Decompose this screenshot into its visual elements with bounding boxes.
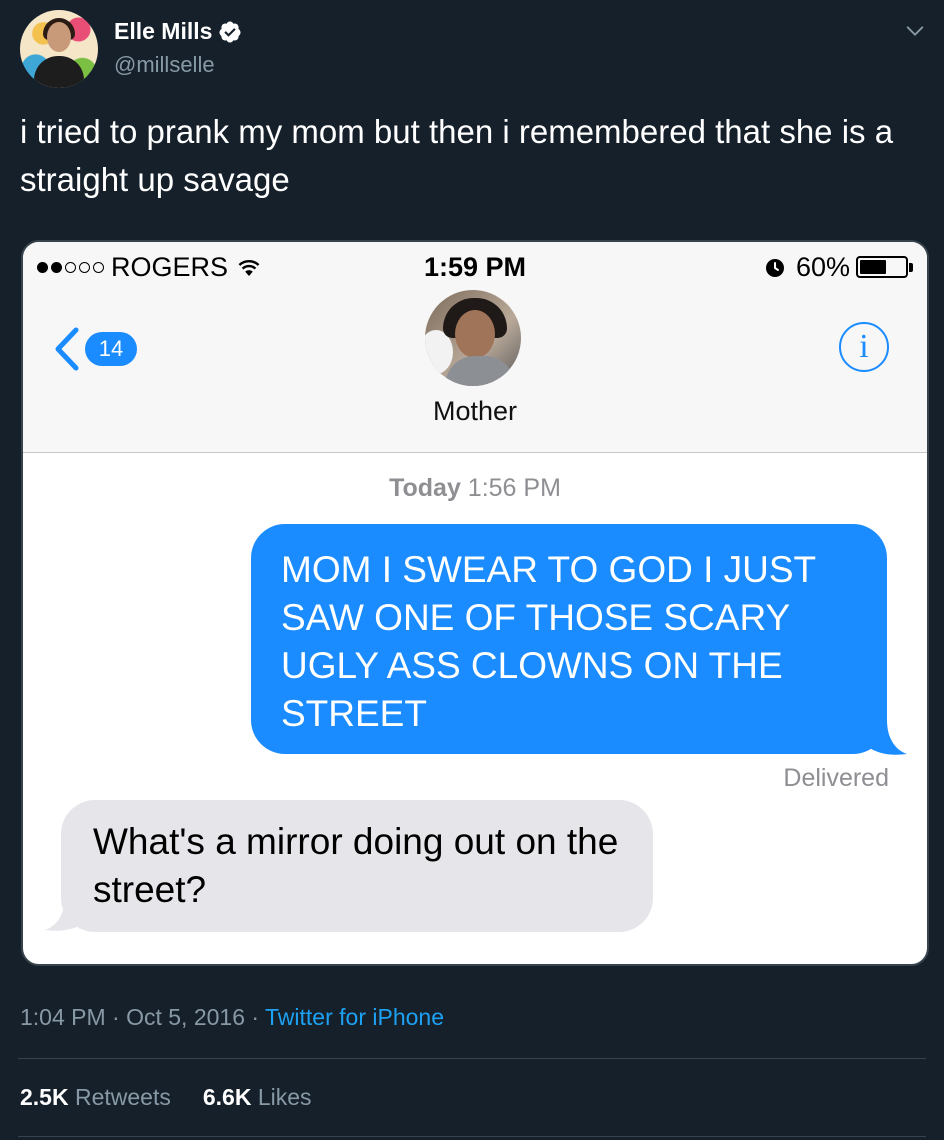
divider bbox=[18, 1058, 926, 1059]
contact-name[interactable]: Mother bbox=[23, 396, 927, 427]
engagement-stats: 2.5K Retweets 6.6K Likes bbox=[20, 1084, 344, 1111]
tweet-text: i tried to prank my mom but then i remem… bbox=[20, 113, 894, 198]
author-handle[interactable]: @millselle bbox=[114, 52, 215, 78]
contact-avatar[interactable] bbox=[425, 290, 521, 386]
unread-count-badge: 14 bbox=[85, 332, 137, 366]
alarm-clock-icon bbox=[765, 259, 784, 277]
battery-icon bbox=[856, 256, 908, 278]
author-name-row[interactable]: Elle Mills bbox=[114, 18, 242, 45]
divider bbox=[18, 1136, 926, 1137]
back-button[interactable]: 14 bbox=[51, 324, 137, 374]
retweets-count: 2.5K bbox=[20, 1084, 69, 1110]
likes-stat[interactable]: 6.6K Likes bbox=[203, 1084, 312, 1111]
info-button[interactable]: i bbox=[839, 322, 889, 372]
tweet-meta: 1:04 PM · Oct 5, 2016 · Twitter for iPho… bbox=[20, 1004, 444, 1031]
author-avatar[interactable] bbox=[20, 10, 98, 88]
outgoing-message-bubble[interactable]: MOM I SWEAR TO GOD I JUST SAW ONE OF THO… bbox=[251, 524, 887, 754]
chevron-left-icon bbox=[55, 327, 79, 371]
tweet-source-link[interactable]: Twitter for iPhone bbox=[265, 1004, 444, 1030]
likes-count: 6.6K bbox=[202, 1084, 252, 1110]
outgoing-bubble-tail bbox=[863, 720, 907, 755]
battery-status: 60% bbox=[764, 252, 913, 282]
delivery-status: Delivered bbox=[783, 764, 889, 792]
retweets-stat[interactable]: 2.5K Retweets bbox=[20, 1084, 171, 1111]
likes-label: Likes bbox=[251, 1084, 312, 1110]
incoming-message-bubble[interactable]: What's a mirror doing out on the street? bbox=[61, 800, 653, 932]
retweets-label: Retweets bbox=[68, 1084, 171, 1110]
conversation-timestamp: Today 1:56 PM bbox=[23, 474, 927, 503]
incoming-bubble-tail bbox=[45, 896, 89, 931]
timestamp-time: 1:56 PM bbox=[460, 474, 561, 502]
tweet-timestamp[interactable]: 1:04 PM · Oct 5, 2016 · bbox=[20, 1004, 265, 1030]
author-name[interactable]: Elle Mills bbox=[114, 18, 212, 45]
media-screenshot[interactable]: ROGERS 1:59 PM 60% 14 Mother i Today 1:5… bbox=[21, 240, 929, 966]
timestamp-day: Today bbox=[389, 474, 461, 502]
chevron-down-icon[interactable] bbox=[904, 20, 926, 42]
verified-badge-icon bbox=[219, 21, 241, 42]
battery-percent: 60% bbox=[795, 252, 850, 282]
messages-header: ROGERS 1:59 PM 60% 14 Mother i bbox=[23, 242, 927, 453]
